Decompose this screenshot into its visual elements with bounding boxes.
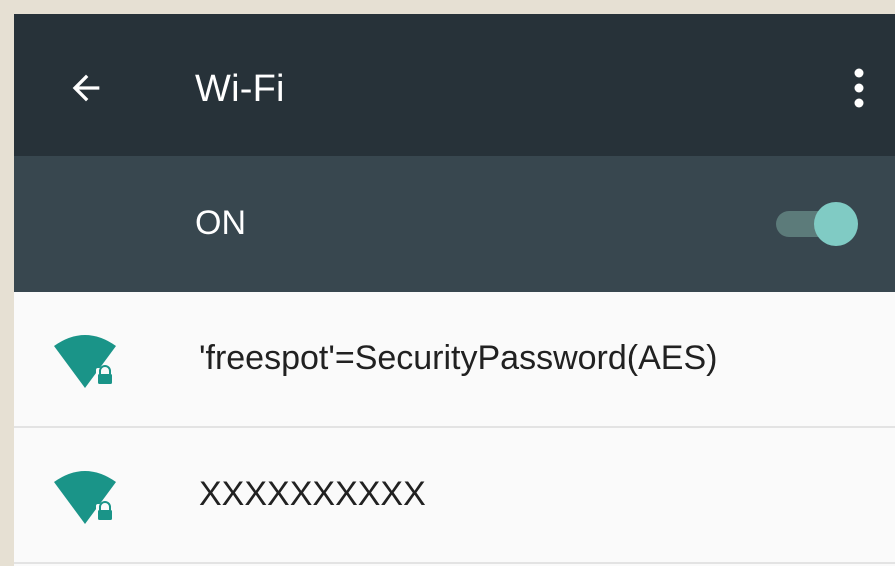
wifi-lock-icon	[54, 471, 116, 524]
page-title: Wi-Fi	[195, 68, 285, 110]
more-options-button[interactable]	[835, 58, 883, 118]
network-ssid: XXXXXXXXXX	[199, 475, 426, 513]
wifi-lock-icon	[54, 335, 116, 388]
network-ssid: 'freespot'=SecurityPassword(AES)	[199, 339, 718, 377]
wifi-toggle-label: ON	[195, 204, 246, 242]
more-vert-icon	[854, 68, 864, 108]
app-bar: Wi-Fi	[14, 14, 895, 156]
network-list: 'freespot'=SecurityPassword(AES) XXXXXXX…	[14, 292, 895, 564]
wifi-settings-screen: Wi-Fi ON 'freespot'=SecurityPassword(AES…	[14, 14, 895, 566]
network-row[interactable]: 'freespot'=SecurityPassword(AES)	[14, 292, 895, 428]
wifi-switch[interactable]	[774, 202, 862, 246]
wifi-toggle-bar[interactable]: ON	[14, 156, 895, 292]
arrow-back-icon	[72, 74, 100, 102]
switch-thumb	[814, 202, 858, 246]
network-row[interactable]: XXXXXXXXXX	[14, 428, 895, 564]
back-button[interactable]	[58, 60, 114, 116]
